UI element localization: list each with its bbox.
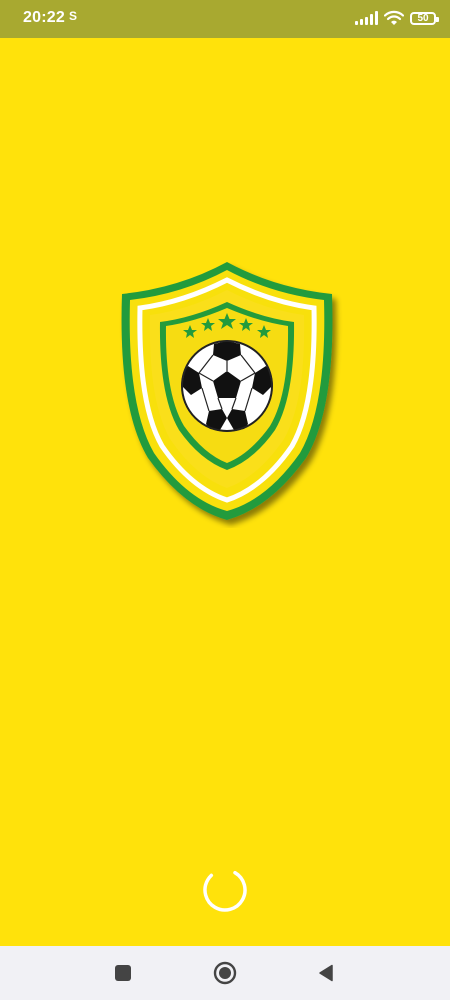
status-icons: 50	[355, 10, 439, 26]
square-icon	[115, 965, 131, 981]
back-triangle-icon	[319, 964, 333, 982]
wifi-icon	[384, 10, 404, 25]
football-crest-logo	[121, 262, 333, 520]
circle-home-icon	[213, 961, 237, 985]
sim-icon: S	[69, 9, 78, 23]
status-bar: 20:22 S 50	[0, 0, 450, 38]
battery-icon: 50	[410, 11, 439, 25]
signal-icon	[355, 11, 378, 25]
home-button[interactable]	[213, 961, 237, 985]
battery-level: 50	[417, 12, 429, 24]
loading-spinner	[203, 868, 247, 912]
navigation-bar	[0, 946, 450, 1000]
back-button[interactable]	[314, 961, 338, 985]
recents-button[interactable]	[111, 961, 135, 985]
status-time: 20:22	[23, 9, 65, 26]
soccer-ball-icon	[181, 340, 273, 432]
